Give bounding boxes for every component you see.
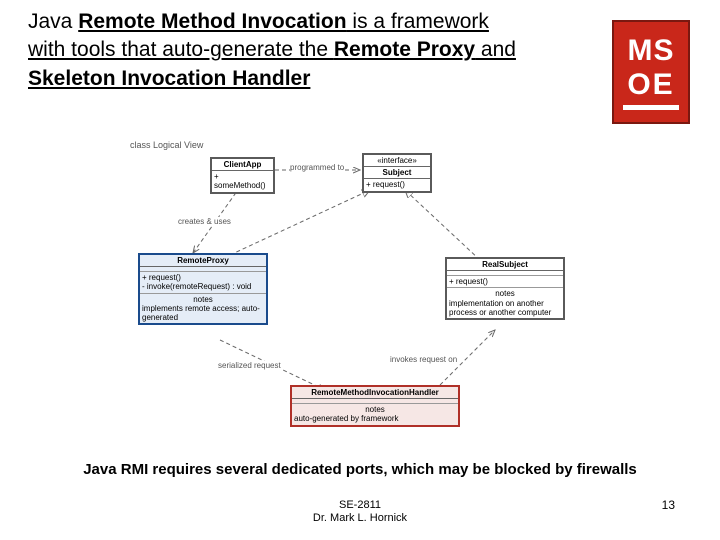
h-plain-3: and xyxy=(475,38,516,61)
slide-caption: Java RMI requires several dedicated port… xyxy=(0,461,720,478)
slide-footer: SE-2811 Dr. Mark L. Hornick xyxy=(0,499,720,527)
uml-subject: «interface» Subject + request() xyxy=(362,153,432,193)
uml-proxy-title: RemoteProxy xyxy=(140,255,266,267)
uml-handler-note-t: notes xyxy=(294,405,456,414)
uml-subject-stereo: «interface» xyxy=(364,155,430,167)
logo-line2: OE xyxy=(627,68,674,102)
h-plain-1: Java xyxy=(28,10,78,33)
footer-author: Dr. Mark L. Hornick xyxy=(0,512,720,526)
uml-handler-note-b: auto-generated by framework xyxy=(294,414,456,423)
diagram-title: class Logical View xyxy=(130,140,203,150)
page-number: 13 xyxy=(662,498,675,512)
h-bold-proxy: Remote Proxy xyxy=(334,38,475,61)
uml-real-title: RealSubject xyxy=(447,259,563,271)
edge-label-invokes: invokes request on xyxy=(390,355,457,364)
edge-label-programmed: programmed to xyxy=(290,163,344,172)
edge-label-creates: creates & uses xyxy=(178,217,231,226)
edge-label-serialized: serialized request xyxy=(218,361,281,370)
h-bold-rmi: Remote Method Invocation xyxy=(78,10,346,33)
uml-remote-proxy: RemoteProxy + request() - invoke(remoteR… xyxy=(138,253,268,325)
logo-line1: MS xyxy=(628,34,675,68)
uml-client: ClientApp + someMethod() xyxy=(210,157,275,194)
footer-course: SE-2811 xyxy=(0,499,720,513)
uml-handler: RemoteMethodInvocationHandler notes auto… xyxy=(290,385,460,427)
uml-proxy-m2: - invoke(remoteRequest) : void xyxy=(142,282,264,291)
msoe-logo: MS OE xyxy=(612,20,690,124)
uml-real-m1: + request() xyxy=(447,276,563,288)
uml-real-note-t: notes xyxy=(449,289,561,298)
uml-handler-title: RemoteMethodInvocationHandler xyxy=(292,387,458,399)
uml-subject-method: + request() xyxy=(364,179,430,190)
uml-proxy-note-b: implements remote access; auto-generated xyxy=(142,304,264,322)
uml-proxy-note-t: notes xyxy=(142,295,264,304)
uml-diagram: class Logical View ClientApp + someMetho… xyxy=(130,145,610,445)
uml-proxy-m1: + request() xyxy=(142,273,264,282)
slide-heading: Java Remote Method Invocation is a frame… xyxy=(28,8,528,93)
logo-underline xyxy=(623,105,679,110)
uml-subject-title: Subject xyxy=(364,167,430,179)
h-bold-skel: Skeleton Invocation Handler xyxy=(28,67,310,90)
uml-client-title: ClientApp xyxy=(212,159,273,171)
uml-client-method: + someMethod() xyxy=(212,171,273,191)
uml-real-subject: RealSubject + request() notes implementa… xyxy=(445,257,565,320)
uml-real-note-b: implementation on another process or ano… xyxy=(449,299,561,317)
